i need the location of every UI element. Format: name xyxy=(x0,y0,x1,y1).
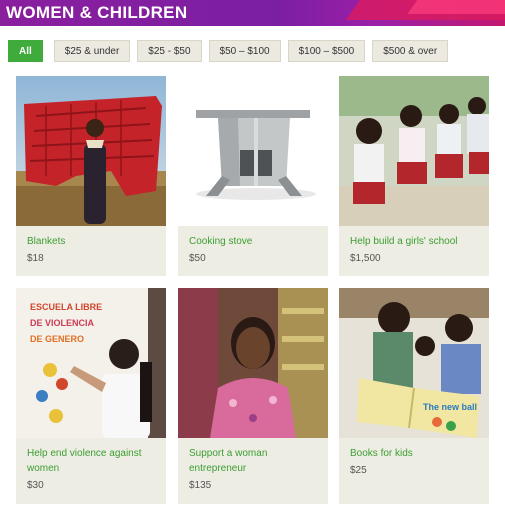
product-image-end-violence[interactable]: ESCUELA LIBRE DE VIOLENCIA DE GENERO xyxy=(16,288,166,438)
filter-500-over-button[interactable]: $500 & over xyxy=(372,40,449,62)
product-title[interactable]: Help build a girls' school xyxy=(350,234,482,249)
filter-25-under-button[interactable]: $25 & under xyxy=(53,40,131,62)
product-title[interactable]: Books for kids xyxy=(350,446,482,461)
product-image-girls-school[interactable] xyxy=(339,76,489,226)
product-price: $25 xyxy=(350,465,367,476)
page-banner: WOMEN & CHILDREN xyxy=(0,0,505,26)
product-title[interactable]: Support a woman entrepreneur xyxy=(189,446,321,476)
product-price: $50 xyxy=(189,253,206,264)
product-card-woman-entrepreneur[interactable]: Support a woman entrepreneur $135 xyxy=(178,288,328,504)
filter-all-button[interactable]: All xyxy=(8,40,43,62)
filter-50-100-button[interactable]: $50 – $100 xyxy=(208,40,281,62)
product-card-books-for-kids[interactable]: The new ball Books for kids $25 xyxy=(339,288,489,504)
product-price: $1,500 xyxy=(350,253,381,264)
mural-text-line: DE GENERO xyxy=(30,334,84,344)
product-card-girls-school[interactable]: Help build a girls' school $1,500 xyxy=(339,76,489,276)
book-cover-title: The new ball xyxy=(423,402,477,412)
product-card-blankets[interactable]: Blankets $18 xyxy=(16,76,166,276)
page-title: WOMEN & CHILDREN xyxy=(6,3,188,22)
price-filter-bar: All $25 & under $25 - $50 $50 – $100 $10… xyxy=(8,40,449,62)
product-price: $135 xyxy=(189,480,212,491)
product-image-woman-entrepreneur[interactable] xyxy=(178,288,328,438)
product-title[interactable]: Blankets xyxy=(27,234,159,249)
product-title[interactable]: Cooking stove xyxy=(189,234,321,249)
product-title[interactable]: Help end violence against women xyxy=(27,446,159,476)
filter-25-50-button[interactable]: $25 - $50 xyxy=(137,40,202,62)
product-image-books-for-kids[interactable]: The new ball xyxy=(339,288,489,438)
product-card-end-violence[interactable]: ESCUELA LIBRE DE VIOLENCIA DE GENERO Hel… xyxy=(16,288,166,504)
filter-100-500-button[interactable]: $100 – $500 xyxy=(287,40,366,62)
product-image-blankets[interactable] xyxy=(16,76,166,226)
mural-text-line: ESCUELA LIBRE xyxy=(30,302,102,312)
mural-text-line: DE VIOLENCIA xyxy=(30,318,95,328)
product-image-cooking-stove[interactable] xyxy=(178,76,328,226)
product-price: $30 xyxy=(27,480,44,491)
product-card-cooking-stove[interactable]: Cooking stove $50 xyxy=(178,76,328,276)
product-price: $18 xyxy=(27,253,44,264)
